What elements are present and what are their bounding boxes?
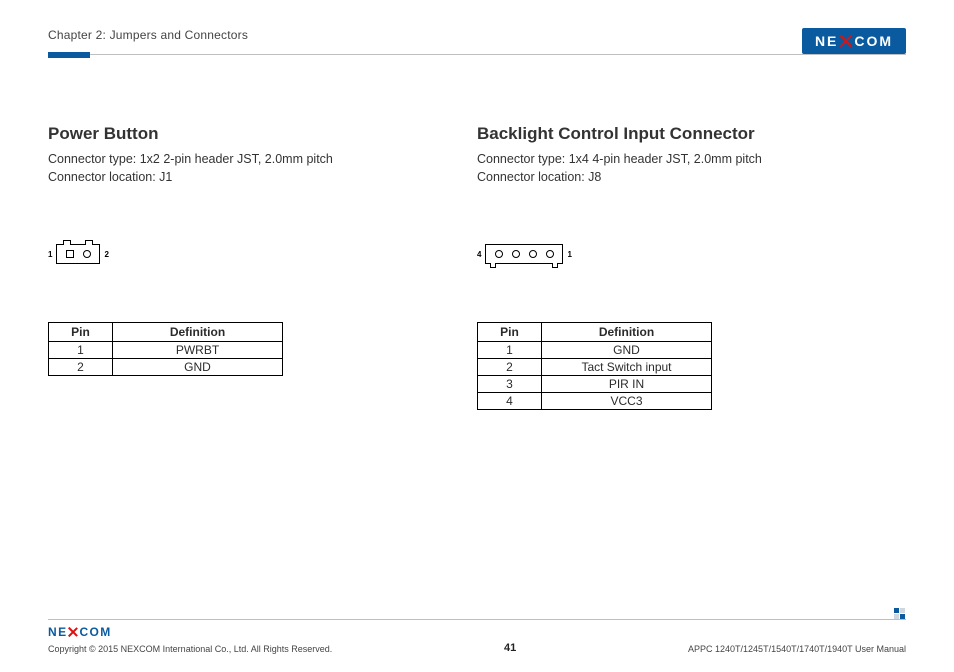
pin-label-4: 4 — [477, 250, 481, 259]
cell-def: Tact Switch input — [542, 359, 712, 376]
foot-icon — [490, 263, 496, 268]
footer-left: NE COM Copyright © 2015 NEXCOM Internati… — [48, 623, 332, 654]
table-row: 2 GND — [49, 359, 283, 376]
footer-logo-right: COM — [79, 625, 111, 639]
pin-label-1: 1 — [48, 250, 52, 259]
footer-logo-left: NE — [48, 625, 67, 639]
manual-title: APPC 1240T/1245T/1540T/1740T/1940T User … — [688, 644, 906, 654]
left-column: Power Button Connector type: 1x2 2-pin h… — [48, 124, 477, 410]
backlight-heading: Backlight Control Input Connector — [477, 124, 882, 144]
cell-pin: 1 — [49, 342, 113, 359]
footer-logo-x-icon — [68, 627, 78, 637]
footer-rule — [48, 619, 906, 620]
page: Chapter 2: Jumpers and Connectors NE COM… — [0, 0, 954, 672]
header-rule — [48, 54, 906, 55]
cell-pin: 3 — [478, 376, 542, 393]
copyright-text: Copyright © 2015 NEXCOM International Co… — [48, 644, 332, 654]
power-button-diagram: 1 2 — [48, 234, 453, 274]
brand-logo: NE COM — [802, 28, 906, 54]
corner-ornament-icon — [894, 608, 906, 620]
cell-def: PIR IN — [542, 376, 712, 393]
table-row: 4 VCC3 — [478, 393, 712, 410]
th-pin: Pin — [49, 323, 113, 342]
power-button-spec-type: Connector type: 1x2 2-pin header JST, 2.… — [48, 150, 453, 168]
connector-2pin-icon — [56, 244, 100, 264]
chapter-title: Chapter 2: Jumpers and Connectors — [48, 28, 248, 42]
pin-circle-icon — [495, 250, 503, 258]
th-def: Definition — [542, 323, 712, 342]
cell-pin: 1 — [478, 342, 542, 359]
content-columns: Power Button Connector type: 1x2 2-pin h… — [48, 124, 906, 410]
right-column: Backlight Control Input Connector Connec… — [477, 124, 906, 410]
cell-def: GND — [542, 342, 712, 359]
pin-circle-icon — [529, 250, 537, 258]
table-row: 3 PIR IN — [478, 376, 712, 393]
power-button-heading: Power Button — [48, 124, 453, 144]
page-number: 41 — [504, 642, 516, 654]
cell-pin: 2 — [49, 359, 113, 376]
backlight-pin-table: Pin Definition 1 GND 2 Tact Switch input… — [477, 322, 712, 410]
page-footer: NE COM Copyright © 2015 NEXCOM Internati… — [48, 623, 906, 654]
cell-def: PWRBT — [113, 342, 283, 359]
notch-icon — [85, 240, 93, 245]
th-def: Definition — [113, 323, 283, 342]
logo-x-icon — [839, 34, 853, 48]
th-pin: Pin — [478, 323, 542, 342]
backlight-spec-loc: Connector location: J8 — [477, 168, 882, 186]
table-row: 2 Tact Switch input — [478, 359, 712, 376]
cell-def: GND — [113, 359, 283, 376]
cell-pin: 2 — [478, 359, 542, 376]
header-accent — [48, 52, 90, 58]
cell-pin: 4 — [478, 393, 542, 410]
nexcom-logo-icon: NE COM — [802, 28, 906, 54]
power-button-spec-loc: Connector location: J1 — [48, 168, 453, 186]
table-header-row: Pin Definition — [49, 323, 283, 342]
table-row: 1 PWRBT — [49, 342, 283, 359]
pin-square-icon — [66, 250, 74, 258]
top-bar: Chapter 2: Jumpers and Connectors NE COM — [48, 28, 906, 68]
pin-label-2: 2 — [104, 250, 108, 259]
footer-logo: NE COM — [48, 623, 116, 640]
table-header-row: Pin Definition — [478, 323, 712, 342]
notch-icon — [63, 240, 71, 245]
pin-circle-icon — [512, 250, 520, 258]
pin-circle-icon — [83, 250, 91, 258]
logo-text-left: NE — [815, 33, 838, 49]
foot-icon — [552, 263, 558, 268]
pin-label-1: 1 — [567, 250, 571, 259]
backlight-spec-type: Connector type: 1x4 4-pin header JST, 2.… — [477, 150, 882, 168]
logo-text-right: COM — [854, 33, 893, 49]
cell-def: VCC3 — [542, 393, 712, 410]
backlight-diagram: 4 1 — [477, 234, 882, 274]
pin-circle-icon — [546, 250, 554, 258]
power-button-pin-table: Pin Definition 1 PWRBT 2 GND — [48, 322, 283, 376]
table-row: 1 GND — [478, 342, 712, 359]
connector-4pin-icon — [485, 244, 563, 264]
